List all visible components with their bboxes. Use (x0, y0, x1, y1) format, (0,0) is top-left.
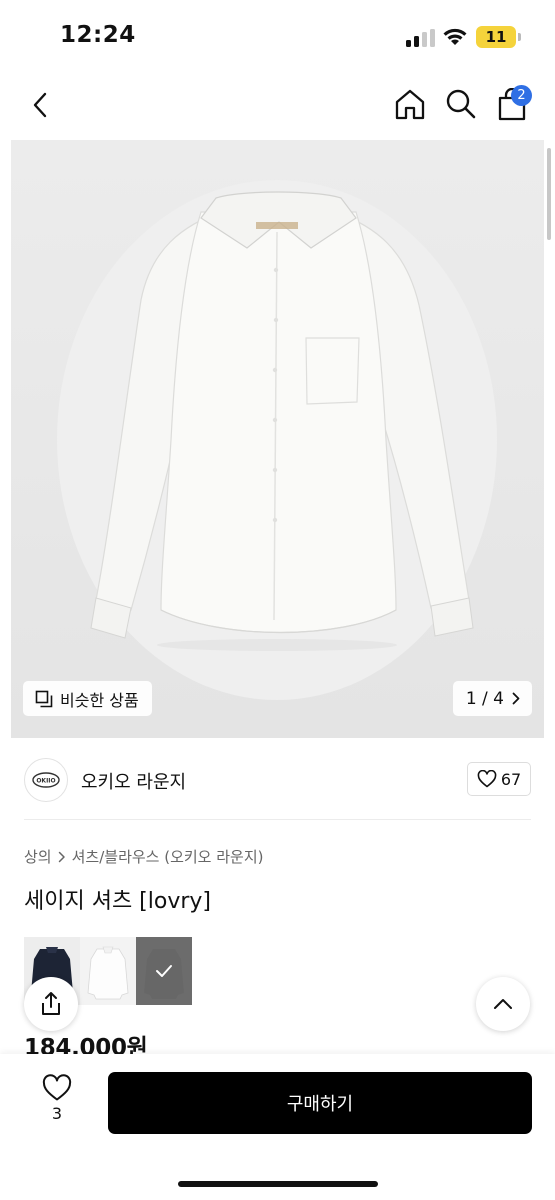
color-swatch-white[interactable] (80, 937, 136, 1005)
heart-icon (42, 1074, 72, 1101)
cart-count-badge: 2 (511, 85, 532, 106)
scroll-to-top-button[interactable] (476, 977, 530, 1031)
share-icon (42, 992, 60, 1015)
similar-products-label: 비슷한 상품 (60, 690, 139, 710)
chevron-right-icon (58, 851, 65, 862)
battery-tip (518, 33, 521, 41)
share-button[interactable] (24, 977, 78, 1031)
product-image[interactable] (11, 140, 544, 738)
chevron-up-icon (494, 999, 512, 1009)
similar-products-button[interactable]: 비슷한 상품 (23, 681, 152, 716)
divider (24, 819, 531, 820)
brand-tag (256, 222, 298, 229)
status-bar: 12:24 11 (0, 0, 555, 72)
home-icon[interactable] (393, 87, 427, 121)
brand-logo-text: OKIIO (36, 778, 55, 785)
breadcrumb-category[interactable]: 상의 (24, 846, 52, 867)
product-title: 세이지 셔츠 [lovry] (24, 889, 212, 914)
search-icon[interactable] (444, 87, 478, 121)
heart-icon (477, 770, 497, 788)
bottom-action-bar: 3 구매하기 (0, 1054, 555, 1200)
brand-like-button[interactable]: 67 (467, 762, 531, 796)
battery-icon: 11 (476, 26, 516, 48)
status-time: 12:24 (60, 22, 136, 48)
brand-like-count: 67 (500, 769, 522, 789)
signal-icon (406, 29, 436, 47)
chevron-right-icon (512, 692, 520, 705)
scrollbar[interactable] (547, 148, 551, 240)
brand-logo[interactable]: OKIIO (24, 758, 68, 802)
wifi-icon (443, 28, 467, 45)
shirt-illustration (11, 140, 544, 738)
brand-name[interactable]: 오키오 라운지 (81, 768, 186, 794)
top-nav (0, 72, 555, 140)
image-counter[interactable]: 1 / 4 (452, 681, 532, 716)
wishlist-count: 3 (51, 1104, 63, 1123)
back-icon[interactable] (28, 90, 52, 120)
wishlist-button[interactable]: 3 (30, 1074, 84, 1134)
brand-row[interactable]: OKIIO 오키오 라운지 67 (0, 740, 555, 820)
buy-button[interactable]: 구매하기 (108, 1072, 532, 1134)
check-icon (156, 965, 172, 977)
breadcrumb: 상의 셔츠/블라우스 (오키오 라운지) (24, 846, 264, 867)
swatch-selected-overlay (136, 937, 192, 1005)
breadcrumb-subcategory[interactable]: 셔츠/블라우스 (오키오 라운지) (72, 846, 264, 867)
similar-icon (35, 690, 53, 707)
color-swatch-gray[interactable] (136, 937, 192, 1005)
image-counter-text: 1 / 4 (465, 688, 504, 709)
home-indicator (178, 1181, 378, 1187)
product-detail-page: 12:24 11 2 비슷한 상품 1 / 4 OKIIO 오키오 라운지 67… (0, 0, 555, 1200)
